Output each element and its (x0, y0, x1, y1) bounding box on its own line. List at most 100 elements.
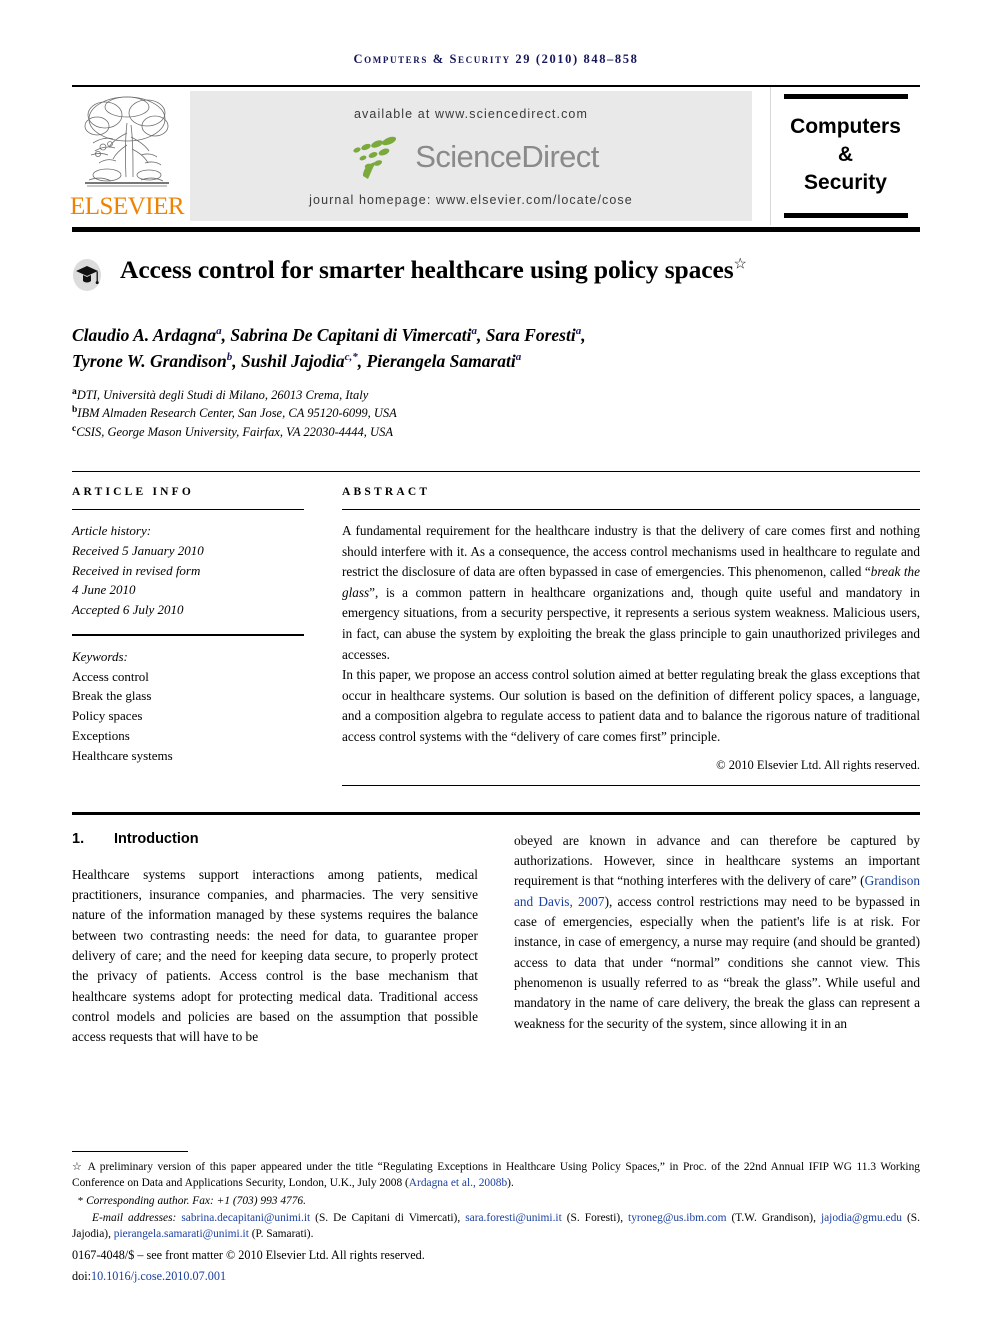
affiliation-text: CSIS, George Mason University, Fairfax, … (76, 424, 393, 439)
journal-masthead: ELSEVIER available at www.sciencedirect.… (69, 85, 920, 225)
author-affiliation-mark: a (575, 325, 582, 338)
email-owner: (T.W. Grandison) (731, 1212, 814, 1225)
corresponding-author-text: Corresponding author. Fax: +1 (703) 993 … (86, 1194, 306, 1207)
corresponding-author-marker: * (77, 1194, 84, 1207)
keyword-item: Break the glass (72, 688, 152, 704)
author-name: Sabrina De Capitani di Vimercati (230, 325, 472, 345)
author-list: Claudio A. Ardagnaa, Sabrina De Capitani… (72, 322, 920, 375)
author-line-2: Tyrone W. Grandisonb, Sushil Jajodiac,*,… (72, 351, 522, 372)
body-paragraph: Healthcare systems support interactions … (72, 866, 478, 1045)
doi-line: doi:10.1016/j.cose.2010.07.001 (72, 1268, 920, 1286)
sciencedirect-wordmark: ScienceDirect (415, 139, 599, 174)
journal-title-block: Computers & Security (770, 87, 920, 225)
keywords-rule (72, 633, 304, 636)
elsevier-logo-block: ELSEVIER (69, 87, 185, 225)
page-title: Access control for smarter healthcare us… (120, 254, 747, 287)
elsevier-tree-icon (84, 96, 169, 187)
author-affiliation-mark: b (226, 351, 233, 364)
affiliation-text: DTI, Università degli Studi di Milano, 2… (76, 387, 369, 402)
article-info-rule (72, 509, 304, 511)
masthead-bottom-rule (72, 227, 920, 232)
author-affiliation-mark: a (471, 325, 478, 338)
keywords-heading: Keywords: (72, 648, 128, 664)
elsevier-wordmark: ELSEVIER (69, 193, 185, 220)
body-columns: 1. Introduction Healthcare systems suppo… (72, 831, 920, 1048)
keywords-block: Keywords: Access control Break the glass… (72, 647, 304, 766)
article-history-line: Received 5 January 2010 (72, 542, 204, 558)
article-info-column: ARTICLE INFO Article history: Received 5… (72, 486, 304, 786)
author-name: Claudio A. Ardagna (72, 325, 217, 345)
email-addresses-label: E-mail addresses: (92, 1212, 177, 1225)
author-name: Sushil Jajodia (241, 351, 345, 372)
abstract-rule (342, 509, 920, 511)
article-history-line: 4 June 2010 (72, 582, 136, 598)
footnotes-region: ☆ A preliminary version of this paper ap… (72, 1150, 920, 1287)
email-link[interactable]: sabrina.decapitani@unimi.it (181, 1212, 310, 1224)
citation-link[interactable]: Ardagna et al., 2008b (409, 1177, 507, 1189)
email-link[interactable]: jajodia@gmu.edu (821, 1212, 902, 1224)
author-name: Tyrone W. Grandison (72, 351, 227, 372)
article-info-label: ARTICLE INFO (72, 486, 195, 499)
journal-title-rule-bottom (783, 212, 908, 218)
author-affiliation-mark: a (515, 351, 522, 364)
author-affiliation-mark: c,* (344, 351, 358, 364)
footnote-emails: E-mail addresses: sabrina.decapitani@uni… (72, 1212, 920, 1241)
author-name: Sara Foresti (485, 325, 576, 345)
article-history-line: Accepted 6 July 2010 (72, 602, 184, 618)
author-affiliation-mark: a (216, 325, 222, 338)
doi-label: doi: (72, 1269, 91, 1284)
footnote-star: ☆ A preliminary version of this paper ap… (72, 1159, 920, 1192)
section-heading: 1. Introduction (72, 831, 478, 847)
article-history-heading: Article history: (72, 523, 152, 539)
journal-title-line-3: Security (804, 170, 887, 194)
journal-article-page: Computers & Security 29 (2010) 848–858 E… (0, 0, 992, 1323)
body-right-post: ), access control restrictions may need … (514, 893, 920, 1031)
sciencedirect-logo: ScienceDirect (343, 132, 599, 182)
affiliation-item: bIBM Almaden Research Center, San Jose, … (72, 404, 920, 423)
journal-title-line-2: & (837, 143, 854, 167)
title-footnote-marker: ☆ (733, 256, 747, 273)
author-line-1: Claudio A. Ardagnaa, Sabrina De Capitani… (72, 325, 586, 345)
author-name: Pierangela Samarati (366, 351, 516, 372)
email-owner: (P. Samarati) (251, 1228, 311, 1241)
info-abstract-region: ARTICLE INFO Article history: Received 5… (72, 471, 920, 786)
keyword-item: Access control (72, 668, 149, 684)
abstract-p1-post: ”, is a common pattern in healthcare org… (342, 584, 920, 662)
section-number: 1. (72, 830, 85, 847)
paper-title-text: Access control for smarter healthcare us… (120, 255, 734, 284)
journal-title-rule-top (783, 94, 908, 100)
email-link[interactable]: tyroneg@us.ibm.com (628, 1212, 726, 1224)
section-title: Introduction (114, 830, 199, 847)
keyword-item: Healthcare systems (72, 747, 173, 763)
journal-homepage-text: journal homepage: www.elsevier.com/locat… (309, 193, 633, 207)
affiliation-list: aDTI, Università degli Studi di Milano, … (72, 386, 920, 442)
body-right-pre: obeyed are known in advance and can ther… (514, 832, 920, 889)
email-owner: (S. De Capitani di Vimercati) (315, 1212, 458, 1225)
email-link[interactable]: sara.foresti@unimi.it (465, 1212, 562, 1224)
footnote-rule (72, 1150, 188, 1152)
abstract-copyright: © 2010 Elsevier Ltd. All rights reserved… (716, 757, 920, 772)
title-area: Access control for smarter healthcare us… (72, 254, 920, 292)
sciencedirect-leaf-icon (353, 136, 397, 179)
body-column-left: 1. Introduction Healthcare systems suppo… (72, 831, 478, 1048)
article-history-line: Received in revised form (72, 562, 201, 578)
available-at-text: available at www.sciencedirect.com (353, 107, 588, 121)
abstract-bottom-rule (342, 784, 920, 786)
body-top-rule (72, 811, 920, 815)
keyword-item: Policy spaces (72, 708, 143, 724)
running-head: Computers & Security 29 (2010) 848–858 (353, 52, 639, 66)
affiliation-text: IBM Almaden Research Center, San Jose, C… (77, 406, 397, 421)
affiliation-item: cCSIS, George Mason University, Fairfax,… (72, 423, 920, 442)
email-owner: (S. Foresti) (566, 1212, 621, 1225)
abstract-label: ABSTRACT (342, 486, 431, 499)
article-history: Article history: Received 5 January 2010… (72, 521, 304, 620)
abstract-column: ABSTRACT A fundamental requirement for t… (342, 486, 920, 786)
abstract-p1-pre: A fundamental requirement for the health… (342, 523, 920, 580)
issn-line: 0167-4048/$ – see front matter © 2010 El… (72, 1247, 425, 1262)
sciencedirect-banner: available at www.sciencedirect.com Scien… (190, 91, 752, 221)
footnote-corresponding: * Corresponding author. Fax: +1 (703) 99… (72, 1193, 920, 1210)
crossmark-graduation-cap-icon (73, 259, 101, 291)
doi-link[interactable]: 10.1016/j.cose.2010.07.001 (91, 1269, 226, 1283)
email-link[interactable]: pierangela.samarati@unimi.it (114, 1228, 249, 1240)
abstract-paragraph-2: In this paper, we propose an access cont… (342, 667, 920, 745)
